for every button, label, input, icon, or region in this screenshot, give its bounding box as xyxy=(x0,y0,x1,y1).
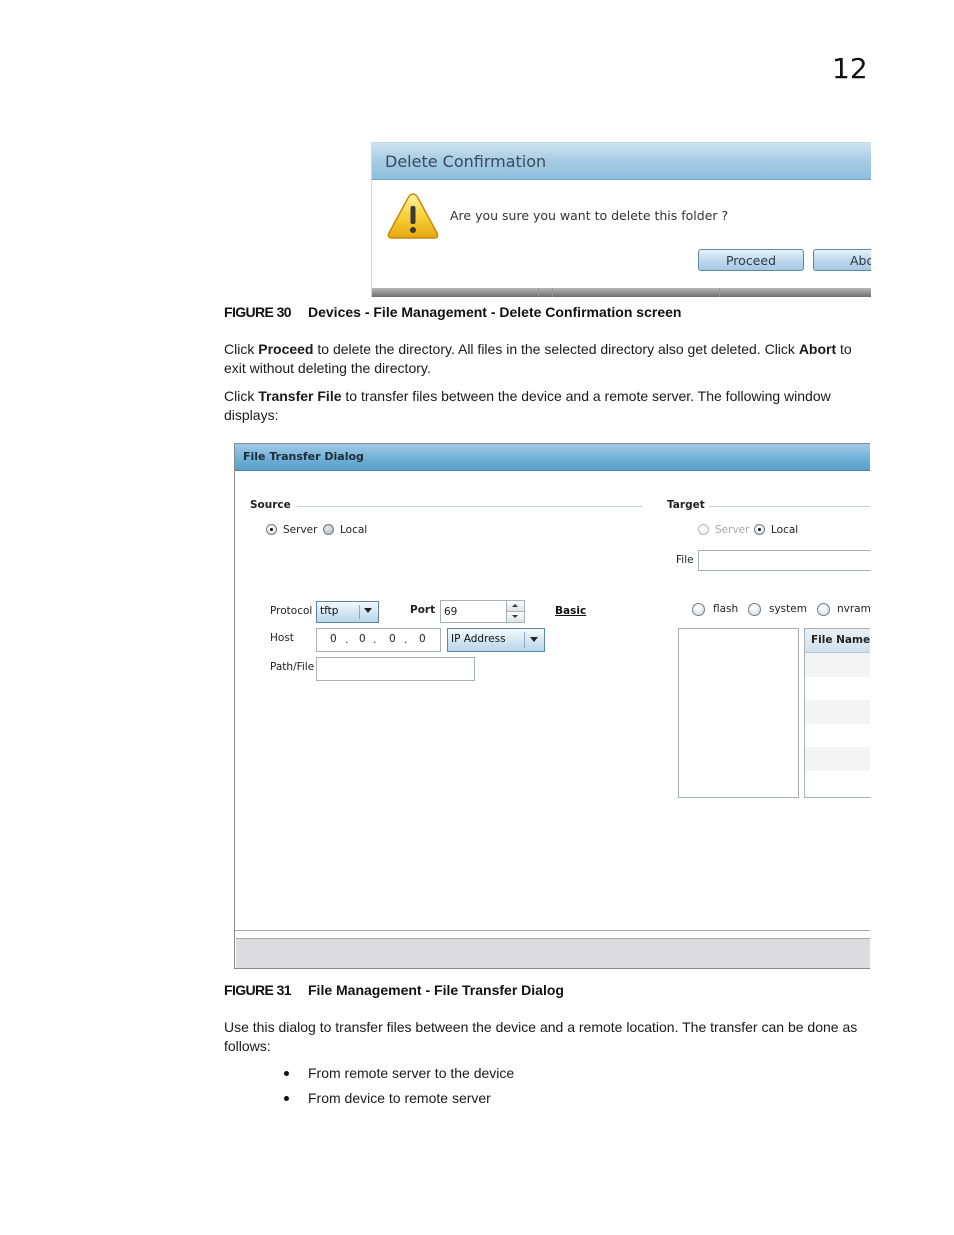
host-label: Host xyxy=(270,632,294,644)
table-row[interactable] xyxy=(805,700,870,724)
dialog-title-bar: File Transfer Dialog xyxy=(235,444,870,471)
target-file-label: File xyxy=(676,554,694,566)
delete-confirmation-dialog: Delete Confirmation Are you sure you wan… xyxy=(371,142,871,297)
target-server-label: Server xyxy=(715,524,750,536)
file-transfer-dialog: File Transfer Dialog Source Server Local… xyxy=(234,443,870,969)
bullet-text: From device to remote server xyxy=(308,1090,491,1106)
text: Click xyxy=(224,341,259,357)
target-local-radio[interactable] xyxy=(754,524,765,535)
target-local-label: Local xyxy=(771,524,799,536)
system-label: system xyxy=(769,603,807,615)
nvram-label: nvram xyxy=(837,603,870,615)
target-label: Target xyxy=(667,499,705,511)
host-octet-4: 0 xyxy=(419,633,426,645)
figure-30-caption: FIGURE 30 Devices - File Management - Del… xyxy=(224,304,681,320)
system-radio[interactable] xyxy=(748,603,761,616)
spinner-down-icon[interactable] xyxy=(507,611,524,622)
basic-link[interactable]: Basic xyxy=(555,605,586,617)
figure-title: File Management - File Transfer Dialog xyxy=(308,982,564,998)
chevron-down-icon xyxy=(530,637,538,642)
port-spinner[interactable] xyxy=(506,601,524,622)
dialog-title: Delete Confirmation xyxy=(385,152,547,171)
path-file-input[interactable] xyxy=(316,657,475,681)
paragraph-proceed-abort: Click Proceed to delete the directory. A… xyxy=(224,340,869,378)
source-local-label: Local xyxy=(340,524,368,536)
host-octet-2: 0 xyxy=(359,633,366,645)
nvram-radio[interactable] xyxy=(817,603,830,616)
flash-radio[interactable] xyxy=(692,603,705,616)
source-label: Source xyxy=(250,499,291,511)
target-divider xyxy=(709,506,870,507)
proceed-term: Proceed xyxy=(258,341,314,357)
host-octet-1: 0 xyxy=(330,633,337,645)
column-header-label: File Name xyxy=(811,634,870,646)
paragraph-transfer-file: Click Transfer File to transfer files be… xyxy=(224,387,869,425)
transfer-file-term: Transfer File xyxy=(258,388,342,404)
source-server-label: Server xyxy=(283,524,318,536)
port-value: 69 xyxy=(444,606,458,618)
figure-title: Devices - File Management - Delete Confi… xyxy=(308,304,682,320)
path-file-label: Path/File xyxy=(270,661,315,673)
figure-label: FIGURE 31 xyxy=(224,982,292,998)
target-file-input[interactable] xyxy=(698,550,870,571)
text: Click xyxy=(224,388,259,404)
host-type-select[interactable]: IP Address xyxy=(447,628,545,652)
dialog-bottom-bar xyxy=(372,288,871,297)
table-row[interactable] xyxy=(805,771,870,795)
bullet-item: From device to remote server xyxy=(284,1090,491,1106)
port-label: Port xyxy=(410,604,436,616)
flash-label: flash xyxy=(713,603,739,615)
spinner-up-icon[interactable] xyxy=(507,601,524,612)
paragraph-transfer-usage: Use this dialog to transfer files betwee… xyxy=(224,1019,858,1054)
figure-31-caption: FIGURE 31 File Management - File Transfer… xyxy=(224,982,564,998)
figure-label: FIGURE 30 xyxy=(224,304,292,320)
table-row[interactable] xyxy=(805,653,870,677)
host-octet-3: 0 xyxy=(389,633,396,645)
page-number: 12 xyxy=(832,52,868,85)
target-server-radio[interactable] xyxy=(698,524,709,535)
dialog-message: Are you sure you want to delete this fol… xyxy=(450,208,729,223)
protocol-label: Protocol xyxy=(270,605,313,617)
protocol-value: tftp xyxy=(320,605,339,617)
proceed-button[interactable]: Proceed xyxy=(698,249,804,271)
warning-icon xyxy=(387,193,439,239)
bullet-icon xyxy=(284,1071,289,1076)
source-server-radio[interactable] xyxy=(266,524,277,535)
bullet-text: From remote server to the device xyxy=(308,1065,515,1081)
source-local-radio[interactable] xyxy=(323,524,334,535)
folder-tree-list[interactable] xyxy=(678,628,799,798)
dialog-title: File Transfer Dialog xyxy=(243,450,364,463)
dialog-title-bar: Delete Confirmation xyxy=(372,143,871,180)
abort-term: Abort xyxy=(798,341,837,357)
table-row[interactable] xyxy=(805,747,870,771)
protocol-select[interactable]: tftp xyxy=(316,601,379,623)
dialog-footer-bar xyxy=(236,938,870,968)
file-name-grid[interactable]: File Name xyxy=(804,628,870,798)
chevron-down-icon xyxy=(364,608,372,613)
file-name-column-header[interactable]: File Name xyxy=(805,629,870,653)
table-row[interactable] xyxy=(805,677,870,701)
abort-button[interactable]: Abo xyxy=(813,249,871,271)
source-divider xyxy=(297,506,642,507)
text: to delete the directory. All files in th… xyxy=(313,341,799,357)
dialog-divider xyxy=(235,930,870,931)
bullet-icon xyxy=(284,1096,289,1101)
table-row[interactable] xyxy=(805,724,870,748)
host-ip-input[interactable]: 0 . 0 . 0 . 0 xyxy=(316,628,441,652)
host-type-value: IP Address xyxy=(451,633,506,645)
port-input[interactable]: 69 xyxy=(440,600,525,623)
bullet-item: From remote server to the device xyxy=(284,1065,515,1081)
